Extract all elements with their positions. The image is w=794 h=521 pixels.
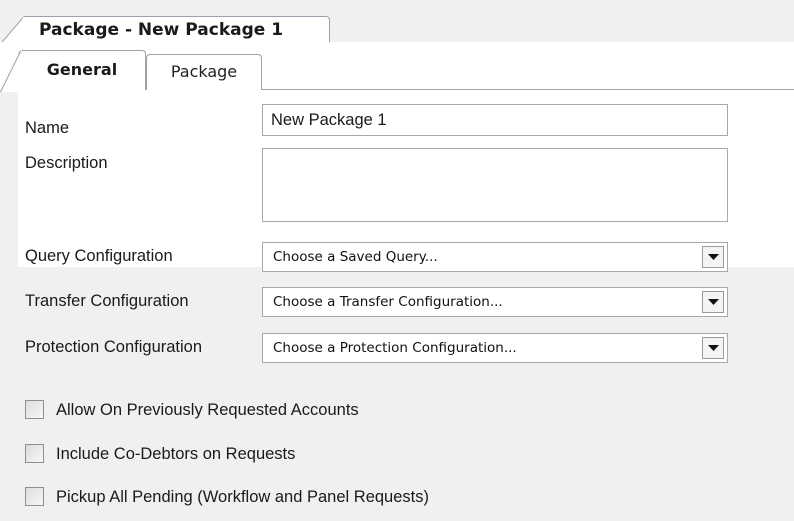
protection-configuration-dropdown-button[interactable]: [702, 337, 724, 359]
general-form: Name New Package 1 Description Query Con…: [0, 90, 794, 521]
query-configuration-select[interactable]: Choose a Saved Query...: [262, 242, 728, 272]
section-tab-strip: General Package: [0, 42, 794, 90]
chevron-down-icon: [708, 254, 719, 260]
query-configuration-dropdown-button[interactable]: [702, 246, 724, 268]
query-configuration-value: Choose a Saved Query...: [273, 249, 438, 265]
allow-previously-requested-checkbox[interactable]: [25, 400, 44, 419]
document-tab-package[interactable]: Package - New Package 1: [8, 16, 330, 44]
query-configuration-label: Query Configuration: [25, 247, 173, 265]
protection-configuration-label: Protection Configuration: [25, 338, 203, 356]
allow-previously-requested-label: Allow On Previously Requested Accounts: [56, 401, 359, 419]
transfer-configuration-value: Choose a Transfer Configuration...: [273, 294, 503, 310]
pickup-all-pending-checkbox[interactable]: [25, 487, 44, 506]
transfer-configuration-select[interactable]: Choose a Transfer Configuration...: [262, 287, 728, 317]
include-co-debtors-label: Include Co-Debtors on Requests: [56, 445, 296, 463]
include-co-debtors-checkbox[interactable]: [25, 444, 44, 463]
name-input[interactable]: New Package 1: [262, 104, 728, 136]
transfer-configuration-label: Transfer Configuration: [25, 292, 189, 310]
protection-configuration-value: Choose a Protection Configuration...: [273, 340, 517, 356]
transfer-configuration-dropdown-button[interactable]: [702, 291, 724, 313]
tab-general[interactable]: General: [18, 50, 146, 90]
inner-tab-slant-shape: [0, 50, 22, 92]
document-tab-strip: Package - New Package 1: [0, 0, 794, 44]
package-editor-window: Package - New Package 1 General Package …: [0, 0, 794, 521]
tab-package[interactable]: Package: [146, 54, 262, 90]
description-label: Description: [25, 154, 108, 172]
description-input[interactable]: [262, 148, 728, 222]
chevron-down-icon: [708, 299, 719, 305]
name-label: Name: [25, 119, 70, 137]
protection-configuration-select[interactable]: Choose a Protection Configuration...: [262, 333, 728, 363]
chevron-down-icon: [708, 345, 719, 351]
pickup-all-pending-label: Pickup All Pending (Workflow and Panel R…: [56, 488, 429, 506]
